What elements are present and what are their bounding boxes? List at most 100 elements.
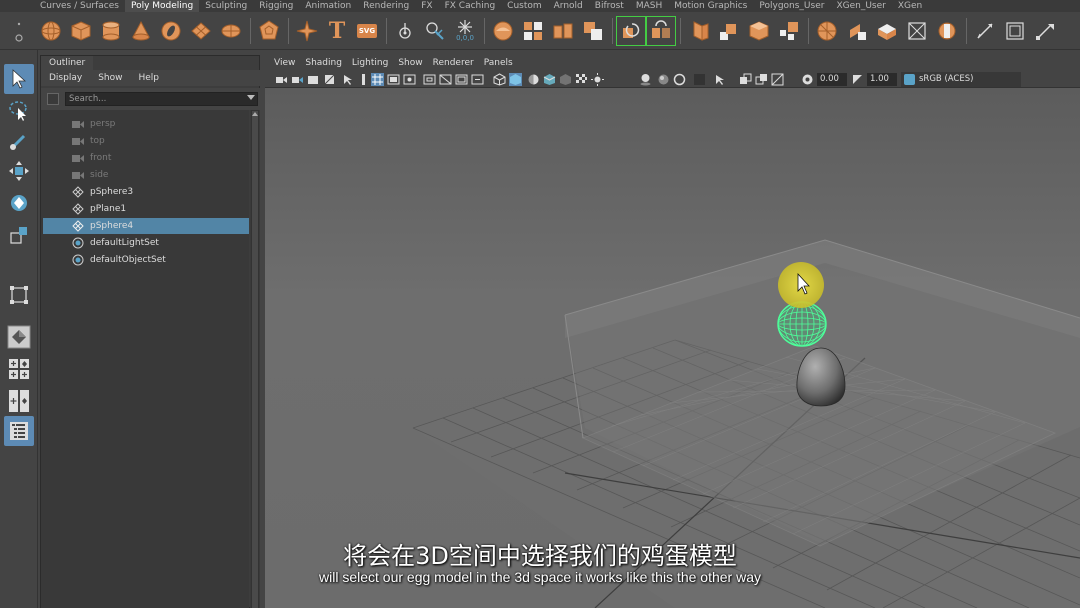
viewport-menu-show[interactable]: Show [393, 58, 427, 68]
safe-title-icon[interactable] [471, 73, 484, 86]
outliner-menu-display[interactable]: Display [41, 73, 90, 83]
anti-aliasing-icon[interactable] [693, 73, 706, 86]
viewport-menu-shading[interactable]: Shading [300, 58, 347, 68]
scale-tool-icon[interactable] [4, 220, 34, 250]
viewport-3d-scene[interactable] [265, 88, 1080, 608]
wedge-icon[interactable] [970, 16, 1000, 46]
last-tool-icon[interactable] [4, 280, 34, 310]
grid-toggle-icon[interactable] [371, 73, 384, 86]
gate-mask-icon[interactable] [423, 73, 436, 86]
snowflake-icon[interactable]: 0,0,0 [450, 16, 480, 46]
select-tool-icon[interactable] [4, 64, 34, 94]
gamma-field[interactable]: 1.00 [867, 73, 897, 86]
film-gate-icon[interactable] [387, 73, 400, 86]
viewport-menu-lighting[interactable]: Lighting [347, 58, 393, 68]
outliner-item-psphere4[interactable]: pSphere4 [43, 218, 249, 234]
exposure-icon[interactable] [801, 73, 814, 86]
use-all-lights-icon[interactable] [591, 73, 604, 86]
outliner-item-pplane1[interactable]: pPlane1 [43, 201, 249, 217]
outliner-menu-help[interactable]: Help [130, 73, 167, 83]
outliner-scrollbar[interactable] [250, 110, 260, 608]
selected-sphere-wireframe[interactable] [777, 301, 827, 347]
move-tool-icon[interactable] [4, 156, 34, 186]
persp-outliner-layout-icon[interactable] [4, 386, 34, 416]
poly-disc-icon[interactable] [216, 16, 246, 46]
xray-active-icon[interactable] [755, 73, 768, 86]
2d-pan-zoom-icon[interactable] [341, 73, 354, 86]
super-shape-icon[interactable] [292, 16, 322, 46]
grease-pencil-icon[interactable] [357, 73, 370, 86]
outliner-title[interactable]: Outliner [41, 56, 94, 70]
image-plane-icon[interactable] [323, 73, 336, 86]
outliner-item-front[interactable]: front [43, 150, 249, 166]
outliner-item-defaultlightset[interactable]: defaultLightSet [43, 235, 249, 251]
outliner-layout-icon[interactable] [4, 416, 34, 446]
target-weld-icon[interactable] [902, 16, 932, 46]
shelf-tab-active[interactable]: Poly Modeling [124, 0, 200, 12]
camera-attributes-icon[interactable] [291, 73, 304, 86]
shelf-tab[interactable]: MASH [630, 0, 668, 12]
viewport-menu-view[interactable]: View [265, 58, 300, 68]
type-icon[interactable]: T [322, 16, 352, 46]
search-filter-checkbox[interactable] [47, 93, 59, 105]
default-material-icon[interactable] [527, 73, 540, 86]
isolate-select-icon[interactable] [713, 73, 726, 86]
multi-cut-icon[interactable] [872, 16, 902, 46]
platonic-solid-icon[interactable] [254, 16, 284, 46]
viewport-menu-panels[interactable]: Panels [479, 58, 518, 68]
color-space-dropdown[interactable]: sRGB (ACES) [901, 72, 1021, 87]
quad-draw-icon[interactable] [932, 16, 962, 46]
extrude-icon[interactable] [744, 16, 774, 46]
four-view-layout-icon[interactable] [4, 354, 34, 384]
scroll-up-arrow-icon[interactable] [252, 112, 258, 116]
shelf-tab[interactable]: Rendering [357, 0, 415, 12]
fill-hole-icon[interactable] [812, 16, 842, 46]
poly-cone-icon[interactable] [126, 16, 156, 46]
poly-plane-icon[interactable] [186, 16, 216, 46]
shelf-tab[interactable]: Animation [299, 0, 357, 12]
shelf-tab[interactable]: Sculpting [199, 0, 253, 12]
shelf-tab[interactable]: Bifrost [589, 0, 630, 12]
lasso-tool-icon[interactable] [4, 96, 34, 126]
paint-select-tool-icon[interactable] [4, 126, 34, 156]
shelf-tab[interactable]: FX [415, 0, 438, 12]
shelf-tab[interactable]: XGen [892, 0, 928, 12]
append-icon[interactable] [842, 16, 872, 46]
smooth-shade-icon[interactable] [509, 73, 522, 86]
sculpt-icon[interactable] [420, 16, 450, 46]
outliner-menu-show[interactable]: Show [90, 73, 130, 83]
motion-blur-icon[interactable] [673, 73, 686, 86]
boolean-icon[interactable] [578, 16, 608, 46]
separate-icon[interactable] [518, 16, 548, 46]
shelf-tab[interactable]: Curves / Surfaces [34, 0, 125, 12]
single-perspective-layout-icon[interactable] [4, 322, 34, 352]
xray-icon[interactable] [559, 73, 572, 86]
search-input[interactable]: Search... [65, 92, 258, 106]
chamfer-icon[interactable] [1030, 16, 1060, 46]
poly-sphere-icon[interactable] [36, 16, 66, 46]
shelf-tab[interactable]: Custom [501, 0, 547, 12]
poke-icon[interactable] [1000, 16, 1030, 46]
poly-torus-icon[interactable] [156, 16, 186, 46]
backface-culling-icon[interactable] [771, 73, 784, 86]
shelf-tab[interactable]: XGen_User [830, 0, 891, 12]
smooth-icon[interactable] [616, 16, 646, 46]
extract-icon[interactable] [548, 16, 578, 46]
svg-icon[interactable]: SVG [352, 16, 382, 46]
camera-select-icon[interactable] [275, 73, 288, 86]
bookmark-icon[interactable] [307, 73, 320, 86]
outliner-item-side[interactable]: side [43, 167, 249, 183]
exposure-field[interactable]: 0.00 [817, 73, 847, 86]
ambient-occlusion-icon[interactable] [657, 73, 670, 86]
sweep-mesh-icon[interactable] [390, 16, 420, 46]
rotate-tool-icon[interactable] [4, 188, 34, 218]
resolution-gate-icon[interactable] [403, 73, 416, 86]
wireframe-on-shaded-icon[interactable] [543, 73, 556, 86]
shadows-icon[interactable] [639, 73, 652, 86]
bevel-icon[interactable] [774, 16, 804, 46]
poly-cylinder-icon[interactable] [96, 16, 126, 46]
safe-action-icon[interactable] [455, 73, 468, 86]
combine-icon[interactable] [488, 16, 518, 46]
viewport-menu-renderer[interactable]: Renderer [428, 58, 479, 68]
outliner-item-top[interactable]: top [43, 133, 249, 149]
